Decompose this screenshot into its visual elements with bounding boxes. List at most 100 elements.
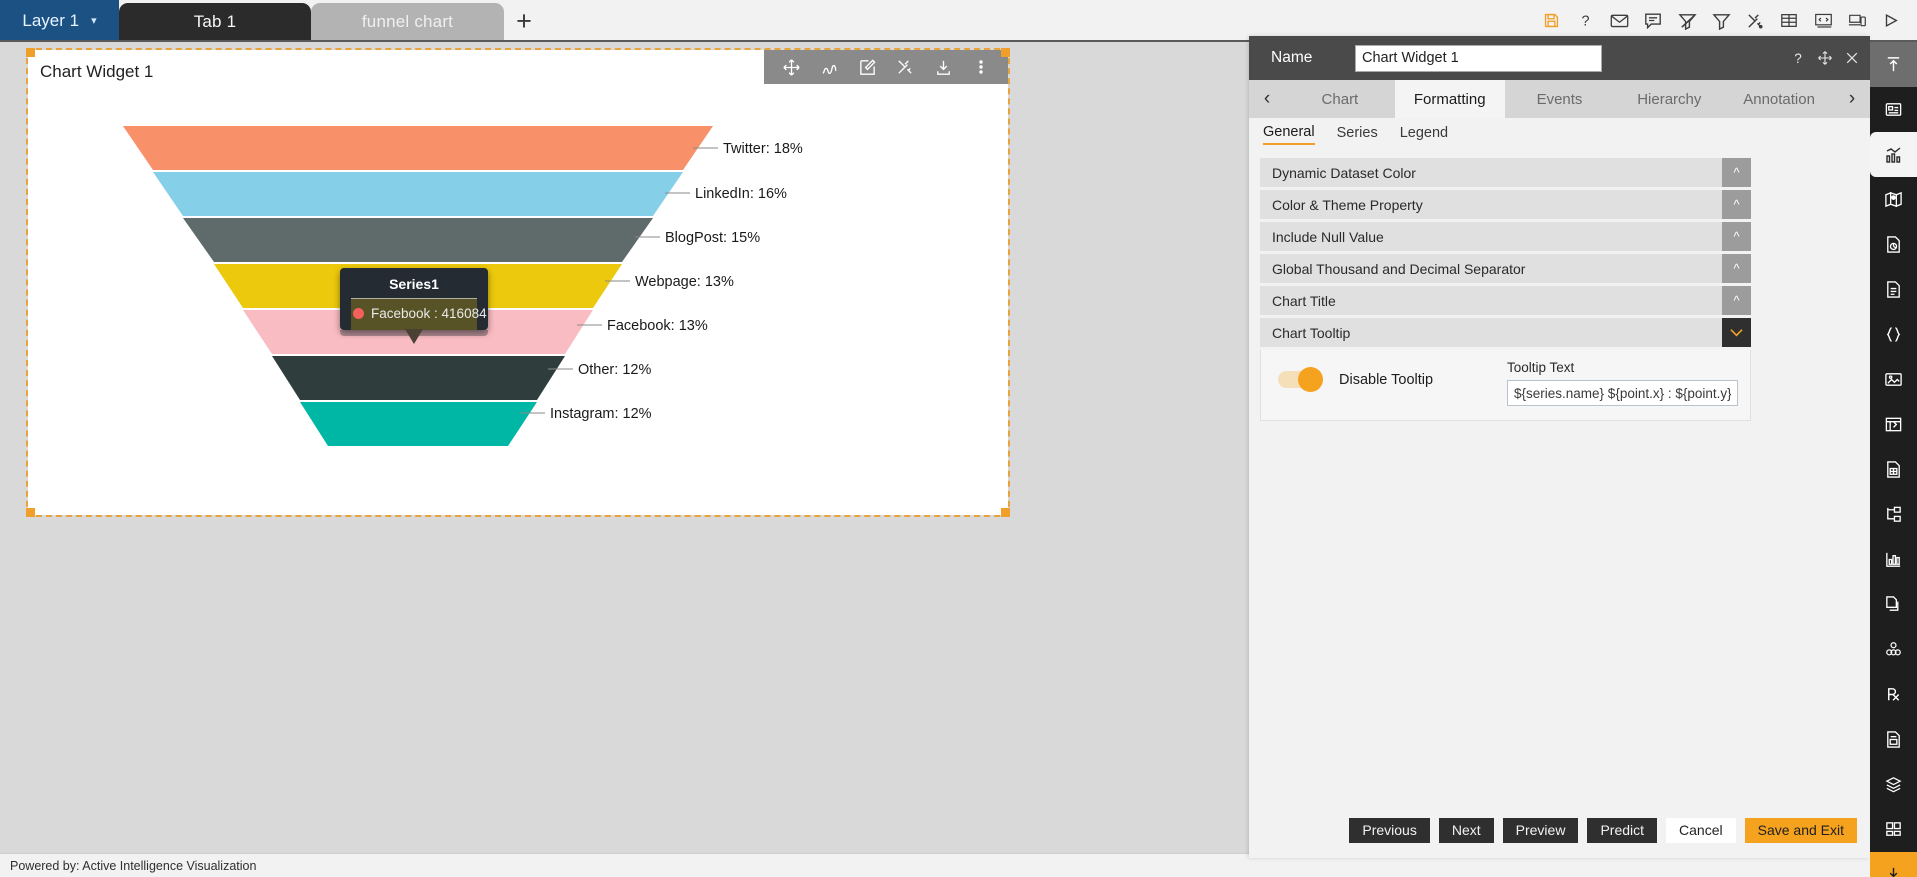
copy-icon[interactable] (1870, 582, 1917, 627)
code-icon[interactable] (1809, 7, 1837, 35)
spreadsheet-icon[interactable] (1870, 447, 1917, 492)
accordion-label: Chart Tooltip (1272, 324, 1351, 341)
accordion-color-theme-property[interactable]: Color & Theme Property ^ (1260, 190, 1751, 219)
subtab-series[interactable]: Series (1337, 125, 1378, 144)
tab-chart[interactable]: Chart (1285, 80, 1395, 118)
image-icon[interactable] (1870, 357, 1917, 402)
collapse-up-icon[interactable] (1870, 42, 1917, 87)
help-icon[interactable]: ? (1571, 7, 1599, 35)
tooltip-title: Series1 (389, 276, 439, 292)
funnel-chart[interactable]: Twitter: 18% LinkedIn: 16% BlogPost: 15%… (28, 88, 1008, 513)
resize-handle-top-right[interactable] (1001, 48, 1010, 57)
layer-selector[interactable]: Layer 1 ▾ (0, 0, 119, 41)
download-icon[interactable] (1870, 852, 1917, 877)
help-icon[interactable]: ? (1790, 50, 1806, 66)
accordion-chart-tooltip[interactable]: Chart Tooltip (1260, 318, 1751, 347)
svg-text:?: ? (1794, 51, 1802, 66)
subtab-general[interactable]: General (1263, 124, 1315, 145)
funnel-label: Instagram: 12% (550, 406, 652, 422)
map-icon[interactable] (1870, 177, 1917, 222)
disable-tooltip-toggle[interactable] (1278, 367, 1323, 392)
save-icon[interactable] (1537, 7, 1565, 35)
bar-chart-icon[interactable] (1870, 537, 1917, 582)
grid-icon[interactable] (1870, 807, 1917, 852)
tab-hierarchy[interactable]: Hierarchy (1614, 80, 1724, 118)
mail-icon[interactable] (1605, 7, 1633, 35)
tooltip-body: Facebook : 416084 (351, 298, 487, 330)
download-icon[interactable] (924, 50, 962, 84)
tooltip-text-input[interactable] (1507, 380, 1738, 406)
predict-button[interactable]: Predict (1587, 817, 1658, 843)
accordion-chart-title[interactable]: Chart Title ^ (1260, 286, 1751, 315)
move-icon[interactable] (1817, 50, 1833, 66)
frame-icon[interactable] (1870, 402, 1917, 447)
tab-formatting[interactable]: Formatting (1394, 80, 1505, 118)
tab-annotation[interactable]: Annotation (1724, 80, 1834, 118)
chevron-up-icon[interactable]: ^ (1722, 254, 1751, 283)
accordion-include-null-value[interactable]: Include Null Value ^ (1260, 222, 1751, 251)
more-vertical-icon[interactable] (962, 50, 1000, 84)
tools-icon[interactable] (1741, 7, 1769, 35)
next-button[interactable]: Next (1438, 817, 1494, 843)
accordion-label: Chart Title (1272, 292, 1336, 309)
save-and-exit-button[interactable]: Save and Exit (1744, 817, 1857, 843)
prescription-icon[interactable] (1870, 672, 1917, 717)
document-icon[interactable] (1870, 267, 1917, 312)
comment-icon[interactable] (1639, 7, 1667, 35)
tab-events[interactable]: Events (1505, 80, 1615, 118)
braces-icon[interactable] (1870, 312, 1917, 357)
report-pie-icon[interactable] (1870, 222, 1917, 267)
panel-tabstrip: ‹ Chart Formatting Events Hierarchy Anno… (1249, 80, 1870, 118)
widget-name-input[interactable] (1355, 44, 1602, 72)
devices-icon[interactable] (1843, 7, 1871, 35)
chevron-left-icon[interactable]: ‹ (1249, 80, 1285, 118)
chevron-up-icon[interactable]: ^ (1722, 158, 1751, 187)
cancel-button[interactable]: Cancel (1666, 817, 1736, 843)
canvas-tab-funnel-chart[interactable]: funnel chart (311, 3, 504, 41)
right-icon-rail (1870, 42, 1917, 877)
tooltip-text-control: Tooltip Text (1507, 360, 1750, 406)
move-icon[interactable] (772, 50, 810, 84)
funnel-label: BlogPost: 15% (665, 230, 760, 246)
resize-handle-top-left[interactable] (26, 48, 35, 57)
preview-button[interactable]: Preview (1502, 817, 1579, 843)
filter-off-icon[interactable] (1673, 7, 1701, 35)
canvas-tab-tab1[interactable]: Tab 1 (119, 3, 311, 41)
disable-tooltip-label: Disable Tooltip (1339, 371, 1434, 388)
hierarchy-icon[interactable] (1870, 492, 1917, 537)
tools-icon[interactable] (886, 50, 924, 84)
play-icon[interactable] (1877, 7, 1905, 35)
resize-handle-bottom-left[interactable] (26, 508, 35, 517)
scribble-icon[interactable] (810, 50, 848, 84)
chevron-up-icon[interactable]: ^ (1722, 286, 1751, 315)
chevron-up-icon[interactable]: ^ (1722, 222, 1751, 251)
funnel-slice-instagram (300, 402, 537, 446)
chevron-right-icon[interactable]: › (1834, 80, 1870, 118)
add-tab-button[interactable]: + (508, 5, 540, 37)
layers-icon[interactable] (1870, 762, 1917, 807)
previous-button[interactable]: Previous (1349, 817, 1430, 843)
chart-icon[interactable] (1870, 132, 1917, 177)
chart-widget[interactable]: Chart Widget 1 Twitter: 18% LinkedIn: 16… (26, 48, 1010, 517)
resize-handle-bottom-right[interactable] (1001, 508, 1010, 517)
status-bar: Powered by: Active Intelligence Visualiz… (0, 853, 1249, 877)
chevron-down-icon[interactable] (1722, 318, 1751, 347)
layer-label: Layer 1 (22, 10, 80, 30)
subtab-legend[interactable]: Legend (1400, 125, 1448, 144)
toggle-knob (1298, 367, 1323, 392)
tooltip-text-label: Tooltip Text (1507, 360, 1575, 375)
close-icon[interactable] (1844, 50, 1860, 66)
accordion-global-thousand-decimal-separator[interactable]: Global Thousand and Decimal Separator ^ (1260, 254, 1751, 283)
table-icon[interactable] (1775, 7, 1803, 35)
edit-icon[interactable] (848, 50, 886, 84)
panel-footer: Previous Next Preview Predict Cancel Sav… (1249, 816, 1870, 844)
design-canvas[interactable]: Chart Widget 1 Twitter: 18% LinkedIn: 16… (0, 42, 1249, 853)
tab-label: Chart (1321, 90, 1359, 108)
properties-panel: Name ? ‹ Chart F (1249, 36, 1870, 858)
filter-icon[interactable] (1707, 7, 1735, 35)
accordion-dynamic-dataset-color[interactable]: Dynamic Dataset Color ^ (1260, 158, 1751, 187)
form-icon[interactable] (1870, 87, 1917, 132)
file-settings-icon[interactable] (1870, 717, 1917, 762)
chevron-up-icon[interactable]: ^ (1722, 190, 1751, 219)
cubes-icon[interactable] (1870, 627, 1917, 672)
